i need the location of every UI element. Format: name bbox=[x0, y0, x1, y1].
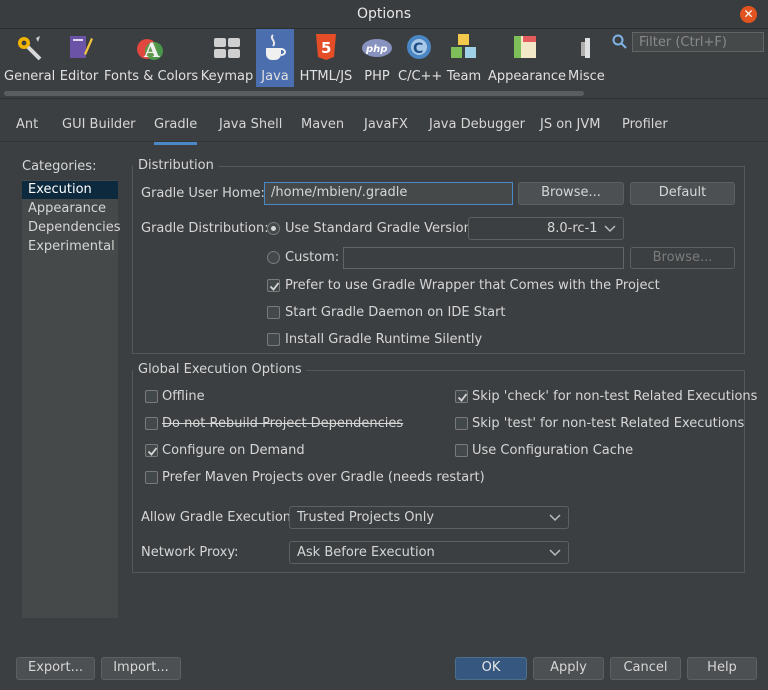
appearance-icon bbox=[514, 36, 536, 58]
custom-radio[interactable] bbox=[267, 251, 280, 264]
close-button[interactable]: ✕ bbox=[740, 6, 757, 23]
network-proxy-select[interactable]: Ask Before Execution bbox=[289, 541, 569, 564]
toolbar-keymap[interactable]: Keymap bbox=[200, 29, 254, 87]
distribution-legend: Distribution bbox=[133, 158, 218, 173]
tab-gui-builder[interactable]: GUI Builder bbox=[62, 117, 136, 137]
category-experimental[interactable]: Experimental bbox=[22, 238, 118, 256]
window-title: Options bbox=[356, 6, 412, 22]
network-proxy-value: Ask Before Execution bbox=[297, 545, 435, 560]
java-icon bbox=[266, 34, 286, 60]
chevron-down-icon bbox=[549, 549, 561, 557]
prefer-wrapper-label: Prefer to use Gradle Wrapper that Comes … bbox=[285, 278, 660, 293]
start-daemon-checkbox[interactable] bbox=[267, 306, 280, 319]
gradle-version-select[interactable]: 8.0-rc-1 bbox=[468, 217, 624, 240]
browse-user-home-button[interactable]: Browse... bbox=[518, 182, 624, 205]
prefer-maven-label: Prefer Maven Projects over Gradle (needs… bbox=[162, 470, 485, 485]
tab-javafx[interactable]: JavaFX bbox=[364, 117, 408, 137]
toolbar-html-js[interactable]: 5 HTML/JS bbox=[296, 29, 356, 87]
allow-execution-select[interactable]: Trusted Projects Only bbox=[289, 506, 569, 529]
toolbar-editor[interactable]: Editor bbox=[58, 29, 100, 87]
miscellaneous-icon bbox=[581, 38, 590, 58]
keymap-icon bbox=[214, 38, 240, 58]
skip-test-label: Skip 'test' for non-test Related Executi… bbox=[472, 416, 745, 431]
help-button[interactable]: Help bbox=[687, 657, 757, 680]
php-icon: php bbox=[362, 39, 392, 57]
ok-button[interactable]: OK bbox=[455, 657, 527, 680]
svg-text:C: C bbox=[413, 41, 423, 57]
toolbar-java[interactable]: Java bbox=[256, 29, 294, 87]
import-button[interactable]: Import... bbox=[101, 657, 181, 680]
general-icon bbox=[18, 36, 42, 61]
skip-check-checkbox[interactable] bbox=[455, 390, 468, 403]
default-button[interactable]: Default bbox=[630, 182, 735, 205]
toolbar-fonts-colors[interactable]: A Fonts & Colors bbox=[104, 29, 198, 87]
toolbar-general[interactable]: General bbox=[4, 29, 55, 87]
toolbar-scrollbar[interactable] bbox=[4, 91, 584, 96]
category-appearance[interactable]: Appearance bbox=[22, 200, 118, 218]
offline-checkbox[interactable] bbox=[145, 390, 158, 403]
network-proxy-label: Network Proxy: bbox=[141, 545, 239, 560]
toolbar-php[interactable]: php PHP bbox=[358, 29, 396, 87]
no-rebuild-checkbox[interactable] bbox=[145, 417, 158, 430]
tab-profiler[interactable]: Profiler bbox=[622, 117, 668, 137]
apply-button[interactable]: Apply bbox=[533, 657, 604, 680]
install-silently-checkbox[interactable] bbox=[267, 333, 280, 346]
categories-label: Categories: bbox=[22, 159, 97, 174]
chevron-down-icon bbox=[549, 514, 561, 522]
browse-custom-button[interactable]: Browse... bbox=[630, 247, 735, 269]
skip-check-label: Skip 'check' for non-test Related Execut… bbox=[472, 389, 758, 404]
toolbar-team[interactable]: Team bbox=[444, 29, 484, 87]
toolbar-cpp[interactable]: C C/C++ bbox=[398, 29, 442, 87]
chevron-down-icon bbox=[604, 225, 616, 233]
category-dependencies[interactable]: Dependencies bbox=[22, 219, 121, 237]
prefer-maven-checkbox[interactable] bbox=[145, 471, 158, 484]
search-icon bbox=[612, 34, 627, 49]
gradle-user-home-input[interactable]: /home/mbien/.gradle bbox=[264, 182, 513, 205]
tab-java-debugger[interactable]: Java Debugger bbox=[429, 117, 525, 137]
standard-version-label: Use Standard Gradle Version: bbox=[285, 221, 477, 236]
cpp-icon: C bbox=[407, 35, 431, 59]
tab-java-shell[interactable]: Java Shell bbox=[219, 117, 282, 137]
offline-label: Offline bbox=[162, 389, 205, 404]
configure-on-demand-checkbox[interactable] bbox=[145, 444, 158, 457]
allow-execution-value: Trusted Projects Only bbox=[297, 510, 435, 525]
tabs-divider bbox=[0, 141, 768, 142]
svg-text:A: A bbox=[143, 38, 160, 62]
no-rebuild-label: Do not Rebuild Project Dependencies bbox=[162, 416, 404, 431]
custom-label: Custom: bbox=[285, 250, 340, 265]
fonts-colors-icon: A bbox=[137, 38, 163, 62]
toolbar-separator bbox=[0, 98, 768, 99]
checkmark-icon bbox=[457, 393, 468, 402]
config-cache-label: Use Configuration Cache bbox=[472, 443, 634, 458]
svg-text:php: php bbox=[365, 44, 387, 55]
skip-test-checkbox[interactable] bbox=[455, 417, 468, 430]
gradle-user-home-label: Gradle User Home: bbox=[141, 186, 265, 201]
standard-version-radio[interactable] bbox=[267, 222, 280, 235]
gradle-version-value: 8.0-rc-1 bbox=[547, 221, 598, 236]
category-execution[interactable]: Execution bbox=[22, 181, 118, 199]
prefer-wrapper-checkbox[interactable] bbox=[267, 279, 280, 292]
custom-path-input[interactable] bbox=[343, 247, 624, 269]
toolbar-miscellaneous[interactable]: Miscel bbox=[566, 29, 606, 87]
tab-maven[interactable]: Maven bbox=[301, 117, 344, 137]
checkmark-icon bbox=[269, 282, 280, 291]
toolbar-appearance[interactable]: Appearance bbox=[488, 29, 566, 87]
html5-icon: 5 bbox=[316, 34, 336, 60]
editor-icon bbox=[70, 36, 93, 58]
cancel-button[interactable]: Cancel bbox=[610, 657, 681, 680]
export-button[interactable]: Export... bbox=[16, 657, 95, 680]
svg-text:5: 5 bbox=[321, 39, 331, 57]
checkmark-icon bbox=[147, 447, 158, 456]
global-execution-legend: Global Execution Options bbox=[133, 362, 306, 377]
configure-on-demand-label: Configure on Demand bbox=[162, 443, 305, 458]
allow-execution-label: Allow Gradle Execution: bbox=[141, 510, 296, 525]
filter-input[interactable]: Filter (Ctrl+F) bbox=[632, 32, 764, 52]
tab-js-on-jvm[interactable]: JS on JVM bbox=[540, 117, 601, 137]
team-icon bbox=[451, 34, 476, 58]
config-cache-checkbox[interactable] bbox=[455, 444, 468, 457]
gradle-distribution-label: Gradle Distribution: bbox=[141, 221, 269, 236]
start-daemon-label: Start Gradle Daemon on IDE Start bbox=[285, 305, 506, 320]
install-silently-label: Install Gradle Runtime Silently bbox=[285, 332, 483, 347]
tab-ant[interactable]: Ant bbox=[16, 117, 38, 137]
